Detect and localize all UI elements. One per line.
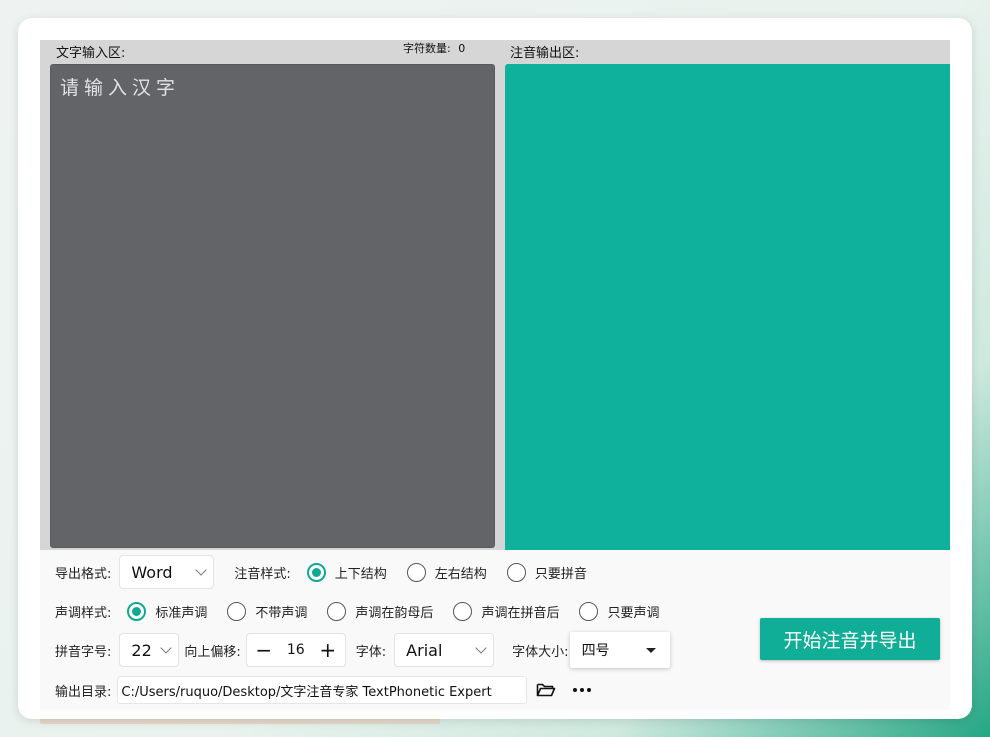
row-tone-style: 声调样式: 标准声调 不带声调 声调在韵母后 声调在拼音后 只要声调 [55, 593, 659, 629]
radio-tone-none[interactable]: 不带声调 [227, 601, 308, 621]
output-dir-input[interactable]: C:/Users/ruquo/Desktop/文字注音专家 TextPhonet… [117, 676, 528, 704]
radio-dot-icon [506, 562, 526, 582]
radio-phonetic-top-bottom[interactable]: 上下结构 [306, 562, 387, 582]
chevron-down-icon [195, 564, 208, 576]
chevron-down-icon [475, 642, 487, 654]
output-dir-label: 输出目录: [55, 684, 112, 700]
font-label: 字体: [355, 644, 387, 660]
radio-label: 只要拼音 [534, 566, 587, 582]
offset-label: 向上偏移: [184, 644, 241, 660]
start-export-button[interactable]: 开始注音并导出 [760, 618, 940, 660]
offset-value[interactable]: 16 [287, 642, 305, 658]
app-window: 文字输入区: 字符数量: 0 注音输出区: 导出格式: Word 注音样式: 上… [18, 18, 972, 719]
export-format-select[interactable]: Word [119, 555, 215, 589]
radio-dot-icon [579, 601, 599, 621]
output-dir-value: C:/Users/ruquo/Desktop/文字注音专家 TextPhonet… [121, 684, 492, 700]
export-format-label: 导出格式: [55, 566, 112, 582]
radio-phonetic-pinyin-only[interactable]: 只要拼音 [506, 562, 587, 582]
phonetic-output-box [505, 64, 950, 550]
radio-dot-icon [227, 601, 247, 621]
char-count: 字符数量: 0 [403, 40, 465, 56]
pinyin-size-select[interactable]: 22 [119, 633, 180, 667]
radio-dot-icon [453, 601, 473, 621]
radio-dot-icon [127, 601, 147, 621]
font-size-label: 字体大小: [512, 644, 569, 660]
row-size-font: 拼音字号: 22 向上偏移: − 16 + 字体: Arial 字体大小: 四号 [55, 632, 670, 668]
pinyin-size-value: 22 [131, 640, 152, 660]
radio-tone-after-final[interactable]: 声调在韵母后 [327, 601, 434, 621]
export-format-value: Word [131, 562, 173, 582]
text-panels: 文字输入区: 字符数量: 0 注音输出区: [40, 40, 950, 550]
radio-label: 左右结构 [434, 566, 487, 582]
radio-dot-icon [406, 562, 426, 582]
folder-open-icon [537, 683, 556, 697]
char-count-label: 字符数量: [403, 42, 451, 55]
font-value: Arial [406, 640, 443, 660]
row-output-dir: 输出目录: C:/Users/ruquo/Desktop/文字注音专家 Text… [55, 672, 597, 708]
input-area-label: 文字输入区: [56, 46, 126, 61]
chevron-down-icon [160, 642, 173, 654]
radio-tone-after-pinyin[interactable]: 声调在拼音后 [453, 601, 560, 621]
row-export-format: 导出格式: Word 注音样式: 上下结构 左右结构 只要拼音 [55, 554, 587, 590]
text-input[interactable] [51, 65, 494, 547]
radio-phonetic-left-right[interactable]: 左右结构 [406, 562, 487, 582]
tone-style-label: 声调样式: [55, 605, 112, 621]
radio-label: 上下结构 [334, 566, 387, 582]
offset-stepper[interactable]: − 16 + [245, 633, 346, 667]
output-area-label: 注音输出区: [510, 46, 580, 61]
font-select[interactable]: Arial [394, 633, 495, 667]
phonetic-style-label: 注音样式: [234, 566, 291, 582]
plus-button[interactable]: + [319, 640, 337, 660]
radio-dot-icon [306, 562, 326, 582]
more-options-button[interactable] [567, 676, 597, 704]
radio-tone-standard[interactable]: 标准声调 [127, 601, 208, 621]
radio-label: 声调在拼音后 [481, 605, 560, 621]
caret-down-icon [645, 647, 656, 653]
open-folder-button[interactable] [531, 676, 561, 704]
radio-label: 声调在韵母后 [355, 605, 434, 621]
font-size-dropdown[interactable]: 四号 [569, 632, 670, 668]
radio-tone-only[interactable]: 只要声调 [579, 601, 660, 621]
radio-label: 只要声调 [607, 605, 660, 621]
radio-dot-icon [327, 601, 347, 621]
pinyin-size-label: 拼音字号: [55, 644, 112, 660]
font-size-value: 四号 [581, 643, 610, 659]
radio-label: 不带声调 [255, 605, 308, 621]
char-count-value: 0 [458, 42, 466, 55]
text-input-box[interactable] [50, 64, 495, 548]
more-icon [573, 688, 592, 692]
radio-label: 标准声调 [155, 605, 208, 621]
minus-button[interactable]: − [255, 640, 273, 660]
